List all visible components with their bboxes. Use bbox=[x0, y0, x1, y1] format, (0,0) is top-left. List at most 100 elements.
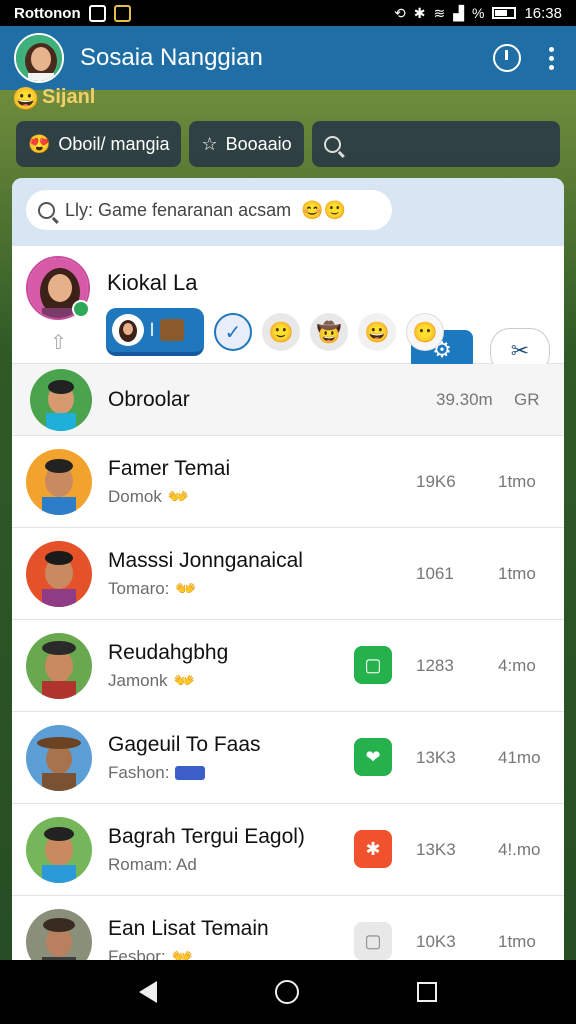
tab-selected[interactable]: l bbox=[106, 308, 204, 356]
gallery-notification-icon bbox=[113, 4, 131, 22]
verified-icon bbox=[72, 300, 90, 318]
tab-emoji-4[interactable]: 😶 bbox=[406, 313, 444, 351]
list-item[interactable]: Reudahgbhg Jamonk 👐 ▢ 1283 4:mo bbox=[12, 620, 564, 712]
item-sub: Romam: Ad bbox=[108, 854, 197, 874]
item-count: 1283 bbox=[416, 655, 454, 675]
battery-percent: % bbox=[472, 5, 485, 21]
upload-icon[interactable]: ⇧ bbox=[50, 330, 67, 355]
item-time: 1tmo bbox=[498, 563, 536, 583]
search-input[interactable]: Lly: Game fenaranan acsam 😊🙂 bbox=[26, 190, 392, 230]
item-name: Obroolar bbox=[108, 387, 190, 411]
item-sub: Fashon: bbox=[108, 762, 170, 782]
main-sheet: Lly: Game fenaranan acsam 😊🙂 ⇧ Kiokal La… bbox=[12, 178, 564, 960]
chip-search[interactable] bbox=[311, 121, 560, 167]
item-count: 10K3 bbox=[416, 931, 456, 951]
verified-badge-icon bbox=[175, 765, 206, 780]
wifi-icon: ≋ bbox=[433, 4, 446, 21]
item-time: 41mo bbox=[498, 747, 541, 767]
profile-tabs: l ✓ 🙂 🤠 😀 😶 bbox=[106, 308, 444, 356]
tab-check-icon[interactable]: ✓ bbox=[214, 313, 252, 351]
item-time: 4:mo bbox=[498, 655, 536, 675]
tab-emoji-2[interactable]: 🤠 bbox=[310, 313, 348, 351]
crate-icon bbox=[160, 319, 184, 341]
recents-icon[interactable] bbox=[417, 982, 437, 1002]
avatar bbox=[26, 816, 92, 883]
search-icon bbox=[38, 201, 55, 219]
notification-icon bbox=[88, 4, 106, 22]
list-item[interactable]: Obroolar 39.30m GR bbox=[12, 364, 564, 436]
chip-booaaio[interactable]: ☆ Booaaio bbox=[189, 121, 304, 167]
status-app-label: Rottonon bbox=[14, 4, 81, 22]
navigation-bar bbox=[0, 960, 576, 1024]
clock-icon[interactable] bbox=[493, 44, 521, 72]
tab-marker: l bbox=[150, 319, 154, 340]
item-count: 19K6 bbox=[416, 471, 456, 491]
list-item[interactable]: Ean Lisat Temain Fesbor: 👐 ▢ 10K3 1tmo bbox=[12, 896, 564, 960]
avatar bbox=[26, 908, 92, 960]
chip-mangia[interactable]: 😍 Oboil/ mangia bbox=[16, 121, 182, 167]
avatar bbox=[26, 448, 92, 515]
pin-icon: ✂ bbox=[510, 338, 530, 363]
item-sub: Domok bbox=[108, 486, 162, 506]
item-count: 13K3 bbox=[416, 747, 456, 767]
item-name: Gageuil To Faas bbox=[108, 732, 261, 756]
avatar bbox=[30, 368, 92, 431]
star-icon: ☆ bbox=[201, 133, 218, 154]
overflow-menu-icon[interactable] bbox=[549, 46, 554, 70]
item-sub: Fesbor: bbox=[108, 946, 166, 961]
back-icon[interactable] bbox=[139, 981, 157, 1003]
hands-emoji: 👐 bbox=[167, 486, 190, 506]
background-label: Sijanl bbox=[42, 86, 96, 108]
battery-icon bbox=[492, 7, 517, 19]
list-item[interactable]: Masssi Jonnganaical Tomaro: 👐 1061 1tmo bbox=[12, 528, 564, 620]
message-app-icon[interactable]: ▢ bbox=[354, 646, 392, 684]
status-time: 16:38 bbox=[524, 4, 562, 22]
item-count: 13K3 bbox=[416, 839, 456, 859]
hands-emoji: 👐 bbox=[171, 946, 193, 961]
tab-avatar bbox=[112, 314, 144, 346]
list-item[interactable]: Famer Temai Domok 👐 19K6 1tmo bbox=[12, 436, 564, 528]
item-time: GR bbox=[514, 389, 540, 409]
item-name: Ean Lisat Temain bbox=[108, 916, 269, 940]
chip-emoji: 😍 bbox=[28, 133, 51, 154]
item-name: Reudahgbhg bbox=[108, 640, 229, 664]
search-band: Lly: Game fenaranan acsam 😊🙂 bbox=[12, 178, 564, 246]
chip-label: Booaaio bbox=[225, 133, 292, 154]
app-bar: Sosaia Nanggian bbox=[0, 26, 576, 90]
chip-label: Oboil/ mangia bbox=[58, 133, 170, 154]
sync-icon: ⟲ bbox=[394, 4, 406, 21]
chat-bubble-icon[interactable]: ❤ bbox=[354, 738, 392, 776]
avatar bbox=[26, 724, 92, 791]
search-emoji: 😊🙂 bbox=[301, 199, 346, 220]
search-value: Lly: Game fenaranan acsam bbox=[65, 199, 292, 220]
hands-emoji: 👐 bbox=[175, 578, 197, 598]
bluetooth-icon: ✱ bbox=[413, 4, 426, 21]
profile-name: Kiokal La bbox=[107, 270, 198, 295]
list-item[interactable]: Bagrah Tergui Eagol) Romam: Ad ✱ 13K3 4!… bbox=[12, 804, 564, 896]
background-emoji: 😀 bbox=[12, 86, 40, 111]
hands-emoji: 👐 bbox=[173, 670, 195, 690]
star-badge-icon[interactable]: ✱ bbox=[354, 830, 392, 868]
item-time: 4!.mo bbox=[498, 839, 541, 859]
user-avatar[interactable] bbox=[14, 33, 64, 83]
avatar bbox=[26, 632, 92, 699]
square-badge-icon[interactable]: ▢ bbox=[354, 922, 392, 960]
status-bar: Rottonon ⟲ ✱ ≋ ▟ % 16:38 bbox=[0, 0, 576, 26]
item-time: 1tmo bbox=[498, 931, 536, 951]
item-time: 1tmo bbox=[498, 471, 536, 491]
chat-list: Obroolar 39.30m GR Famer Temai Domok 👐 19… bbox=[12, 364, 564, 960]
item-name: Bagrah Tergui Eagol) bbox=[108, 824, 305, 848]
item-name: Masssi Jonnganaical bbox=[108, 548, 303, 572]
home-icon[interactable] bbox=[275, 980, 299, 1004]
tab-emoji-3[interactable]: 😀 bbox=[358, 313, 396, 351]
item-sub: Jamonk bbox=[108, 670, 168, 690]
signal-icon: ▟ bbox=[453, 4, 464, 21]
item-count: 39.30m bbox=[436, 389, 493, 409]
avatar bbox=[26, 540, 92, 607]
filter-chips: 😍 Oboil/ mangia ☆ Booaaio bbox=[16, 121, 560, 167]
list-item[interactable]: Gageuil To Faas Fashon: ❤ 13K3 41mo bbox=[12, 712, 564, 804]
item-sub: Tomaro: bbox=[108, 578, 170, 598]
tab-emoji-1[interactable]: 🙂 bbox=[262, 313, 300, 351]
search-icon bbox=[323, 135, 341, 153]
item-name: Famer Temai bbox=[108, 456, 231, 480]
